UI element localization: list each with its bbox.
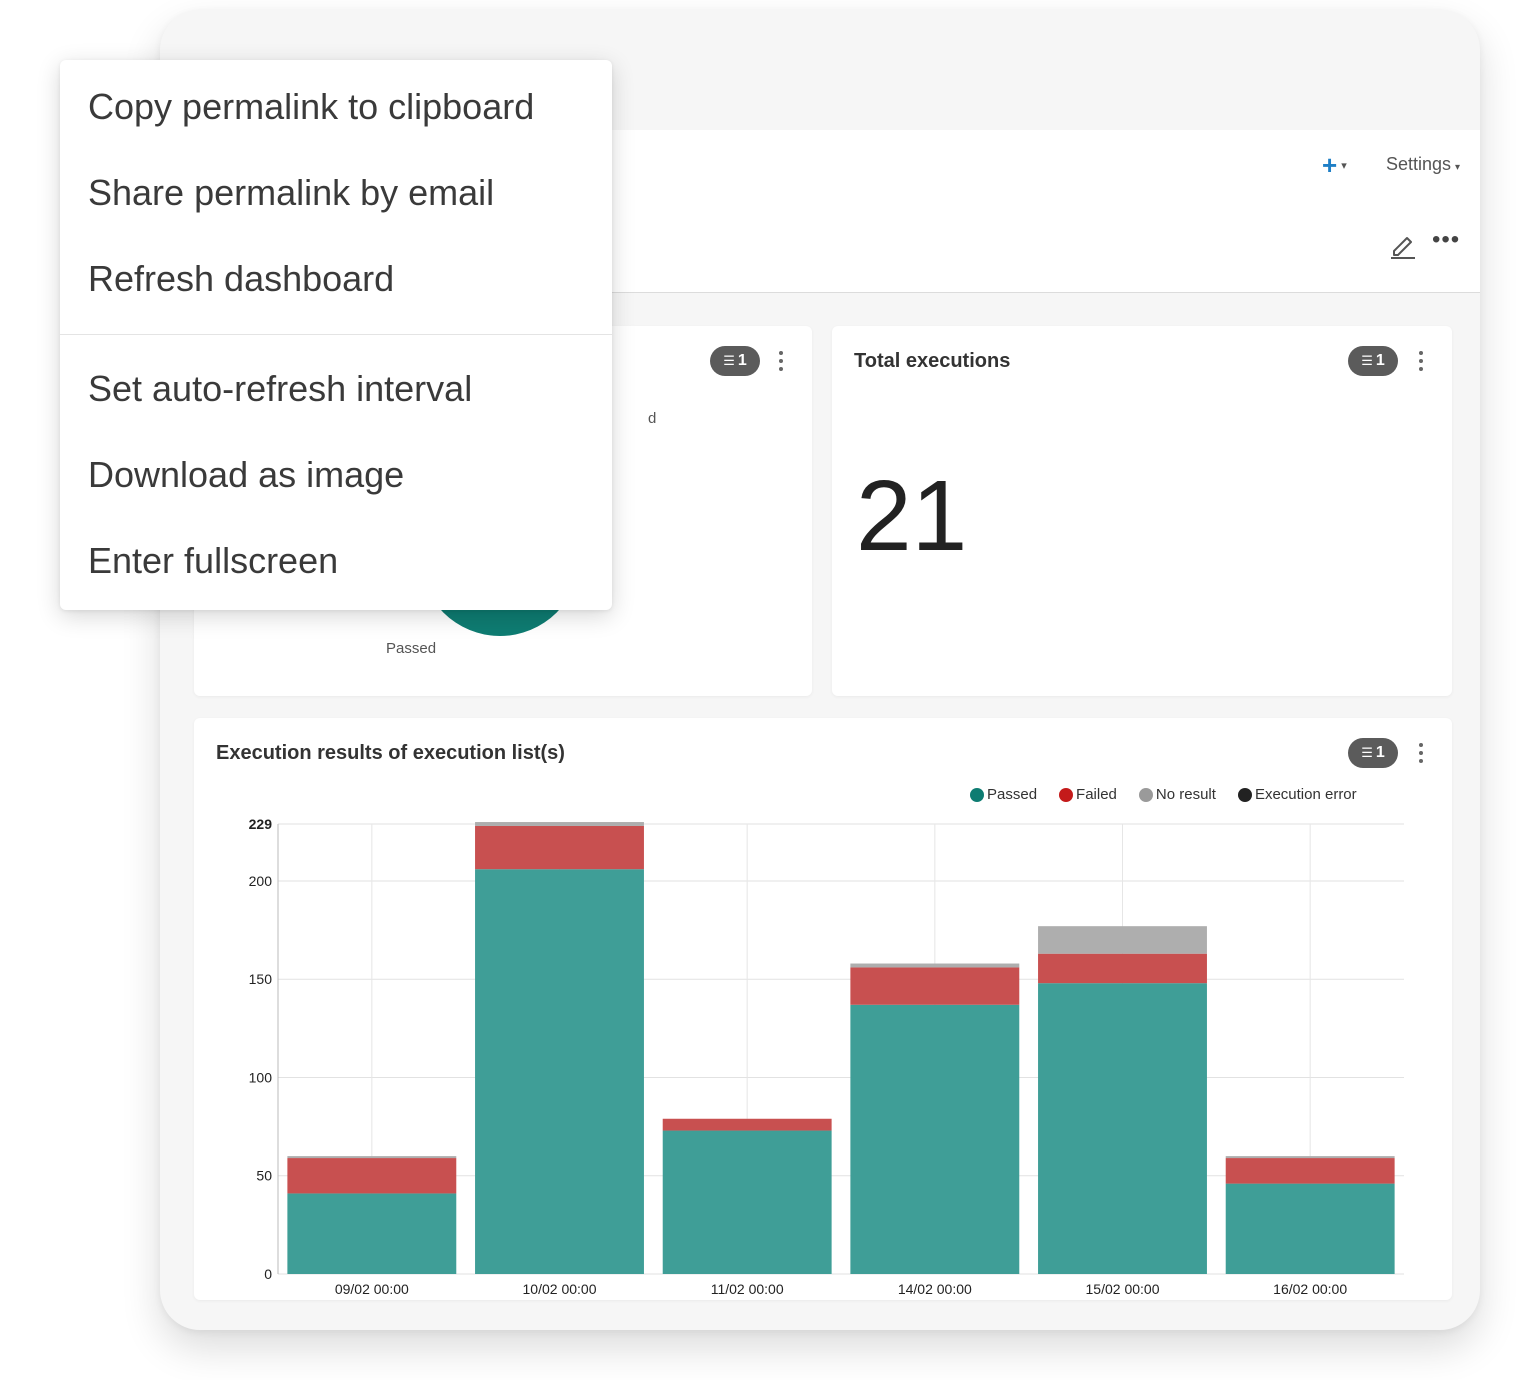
x-tick-label: 14/02 00:00 [898, 1281, 972, 1297]
caret-down-icon: ▾ [1455, 162, 1461, 173]
dashboard-context-menu: Copy permalink to clipboard Share permal… [60, 60, 612, 610]
total-executions-value: 21 [856, 460, 968, 572]
bar-segment-no-result [1038, 926, 1207, 954]
bar-segment-failed [1225, 1158, 1395, 1184]
bar-segment-passed [1038, 983, 1207, 1274]
chart-legend: Passed Failed No result Execution error [970, 786, 1357, 803]
x-tick-label: 15/02 00:00 [1086, 1281, 1160, 1297]
y-tick-label: 150 [249, 971, 273, 987]
total-executions-card: Total executions ☰ 1 21 [832, 326, 1452, 696]
bar-segment-passed [850, 1004, 1020, 1274]
bar-segment-passed [475, 869, 644, 1274]
y-tick-label: 229 [249, 816, 273, 832]
card-title: Execution results of execution list(s) [216, 742, 565, 764]
legend-item[interactable]: Passed [970, 786, 1037, 803]
caret-down-icon: ▾ [1341, 159, 1347, 172]
card-more-menu[interactable] [1414, 346, 1428, 376]
y-tick-label: 50 [256, 1168, 272, 1184]
legend-dot-icon [1138, 787, 1153, 802]
menu-divider [60, 334, 612, 335]
execution-results-chart: 0 50 100 150 200 229 09/02 00:00 10/02 00:00 11/… [249, 816, 1404, 1297]
filter-icon: ☰ [1361, 745, 1373, 760]
y-tick-label: 100 [249, 1069, 273, 1085]
legend-label: Passed [987, 786, 1038, 803]
pie-slice-label-passed: Passed [386, 640, 437, 657]
bar-segment-failed [850, 967, 1020, 1005]
x-tick-label: 16/02 00:00 [1273, 1281, 1347, 1297]
legend-dot-icon [970, 787, 984, 802]
legend-item[interactable]: Failed [1059, 786, 1117, 803]
x-tick-label: 09/02 00:00 [335, 1281, 409, 1297]
settings-label: Settings [1386, 154, 1452, 174]
legend-label: Failed [1076, 786, 1117, 803]
menu-item-refresh-dashboard[interactable]: Refresh dashboard [88, 258, 394, 300]
settings-menu-button[interactable]: Settings ▾ [1386, 154, 1460, 175]
bar-segment-failed [287, 1158, 457, 1194]
bar-segment-failed [1038, 953, 1207, 984]
filter-badge[interactable]: ☰ 1 [710, 346, 760, 376]
legend-dot-icon [1059, 787, 1074, 802]
plus-icon: + [1322, 149, 1338, 180]
bar-segment-passed [1225, 1183, 1395, 1274]
filter-icon: ☰ [723, 353, 735, 368]
menu-item-copy-permalink[interactable]: Copy permalink to clipboard [88, 86, 534, 128]
add-widget-button[interactable]: + ▾ [1322, 150, 1347, 180]
y-tick-label: 200 [249, 873, 273, 889]
legend-label: Execution error [1254, 786, 1357, 803]
bar-segment-no-result [1225, 1156, 1395, 1159]
filter-icon: ☰ [1361, 353, 1373, 368]
bar-segment-no-result [850, 963, 1020, 968]
bar-segment-passed [662, 1130, 832, 1274]
filter-badge[interactable]: ☰ 1 [1348, 738, 1398, 768]
legend-item[interactable]: No result [1138, 786, 1216, 803]
more-horizontal-icon[interactable]: ••• [1432, 226, 1460, 254]
menu-item-auto-refresh[interactable]: Set auto-refresh interval [88, 368, 472, 410]
execution-results-card: 0 50 100 150 200 229 09/02 00:00 10/02 00:00 11/… [194, 718, 1452, 1300]
x-tick-label: 11/02 00:00 [711, 1281, 784, 1297]
menu-item-download-image[interactable]: Download as image [88, 454, 404, 496]
menu-item-share-permalink[interactable]: Share permalink by email [88, 172, 494, 214]
legend-item[interactable]: Execution error [1237, 786, 1357, 803]
card-more-menu[interactable] [1414, 738, 1428, 768]
legend-label: No result [1155, 786, 1216, 803]
card-more-menu[interactable] [774, 346, 788, 376]
pencil-icon[interactable] [1388, 230, 1418, 260]
bar-segment-failed [662, 1118, 832, 1131]
y-tick-label: 0 [264, 1266, 272, 1282]
filter-badge[interactable]: ☰ 1 [1348, 346, 1398, 376]
bar-segment-failed [475, 825, 644, 870]
pie-slice-label: d [648, 410, 657, 427]
menu-item-enter-fullscreen[interactable]: Enter fullscreen [88, 540, 338, 582]
bar-segment-no-result [287, 1156, 457, 1159]
x-tick-label: 10/02 00:00 [523, 1281, 597, 1297]
bar-segment-no-result [475, 822, 644, 826]
legend-dot-icon [1237, 787, 1252, 802]
bar-segment-passed [287, 1193, 457, 1274]
card-title: Total executions [854, 350, 1011, 372]
